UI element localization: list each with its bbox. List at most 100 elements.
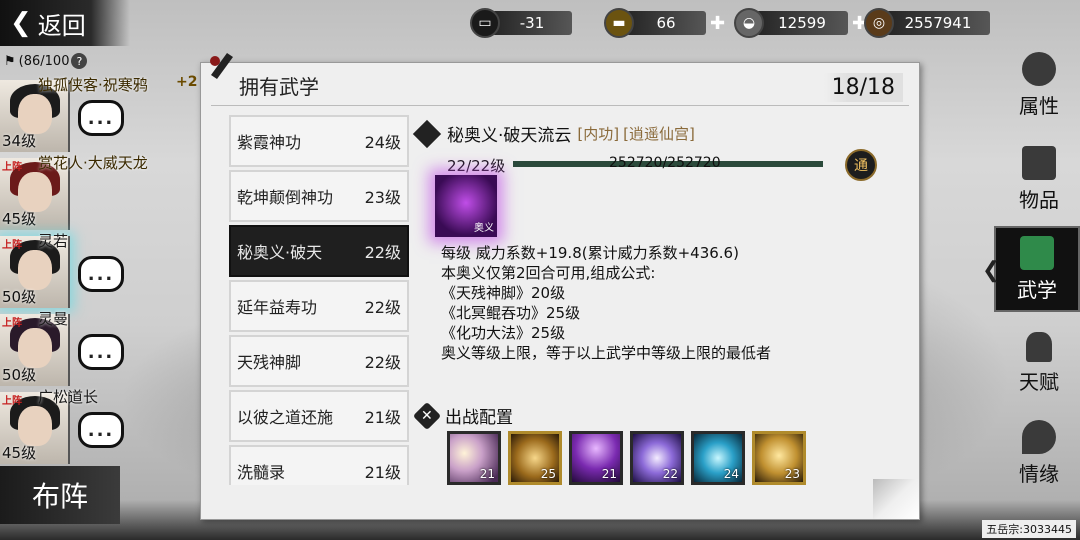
skill-description: 每级 威力系数+19.8(累计威力系数+436.6) 本奥义仅第2回合可用,组成… [441, 243, 771, 363]
resource-coin: ◎ 2557941 [864, 8, 990, 38]
resource-value: 2557941 [886, 11, 990, 35]
deploy-slots: 21 25 21 22 24 23 [447, 431, 806, 485]
resource-value: 66 [626, 11, 706, 35]
chat-bubble-button[interactable]: ... [78, 334, 124, 370]
skill-name: 乾坤颠倒神功 [237, 188, 334, 207]
skill-item[interactable]: 以彼之道还施 21级 [229, 390, 409, 442]
tab-label: 天赋 [1019, 369, 1059, 394]
member-level: 50级 [2, 366, 37, 384]
skill-detail-level: 22/22级 [447, 157, 506, 175]
xp-text: 252720/252720 [609, 155, 721, 171]
skill-icon: 奥义 [435, 175, 497, 237]
deploy-title-text: 出战配置 [445, 408, 513, 428]
skill-level: 22级 [364, 243, 401, 262]
party-icon: ⚑ [4, 53, 16, 69]
chat-bubble-button[interactable]: ... [78, 256, 124, 292]
scroll-book-icon [1020, 235, 1054, 270]
skill-item-selected[interactable]: 秘奥义·破天 22级 [229, 225, 409, 277]
member-level: 45级 [2, 210, 37, 228]
skill-item[interactable]: 延年益寿功 22级 [229, 280, 409, 332]
breakthrough-button[interactable]: 通 [845, 149, 877, 181]
deploy-slot[interactable]: 23 [752, 431, 806, 485]
desc-line: 本奥义仅第2回合可用,组成公式: [441, 264, 656, 282]
member-bonus: +2 [176, 74, 198, 90]
side-tabs: 属性 物品 ❮ 武学 天赋 情缘 [982, 40, 1080, 500]
gold-bar-icon: ▬ [604, 8, 634, 38]
member-name: 灵若 [38, 232, 69, 250]
silver-ingot-icon: ◒ [734, 8, 764, 38]
deployed-tag: 上阵 [2, 162, 22, 173]
skill-level: 22级 [364, 298, 401, 317]
skill-type: [内功] [577, 125, 620, 143]
tab-label: 属性 [1019, 93, 1059, 118]
desc-line: 每级 威力系数+19.8(累计威力系数+436.6) [441, 244, 739, 262]
resource-value: 12599 [756, 11, 848, 35]
deploy-config-title: ✕ 出战配置 [412, 401, 513, 430]
coin-icon: ◎ [864, 8, 894, 38]
skill-level: 23级 [364, 188, 401, 207]
deploy-slot[interactable]: 24 [691, 431, 745, 485]
resource-gold: ▬ 66 ✚ [604, 8, 725, 38]
slot-level: 25 [540, 467, 556, 481]
tab-attributes[interactable]: 属性 [1004, 42, 1074, 128]
back-label: 返回 [37, 11, 86, 40]
skill-item[interactable]: 洗髓录 21级 [229, 445, 409, 485]
skill-level: 22级 [364, 353, 401, 372]
chat-bubble-button[interactable]: ... [78, 412, 124, 448]
tab-relations[interactable]: 情缘 [1004, 410, 1074, 496]
tab-label: 武学 [1017, 277, 1057, 302]
cross-icon: ✕ [412, 401, 442, 430]
member-name: 广松道长 [38, 388, 99, 406]
party-member[interactable]: 独孤侠客·祝寒鸦 +2 34级 ... [0, 74, 200, 152]
skill-list[interactable]: 紫霞神功 24级 乾坤颠倒神功 23级 秘奥义·破天 22级 延年益寿功 22级… [229, 115, 409, 485]
gourd-icon [1026, 331, 1052, 362]
party-member[interactable]: 上阵 广松道长 45级 ... [0, 386, 200, 464]
skill-level: 21级 [364, 408, 401, 427]
martial-arts-panel: 拥有武学 18/18 紫霞神功 24级 乾坤颠倒神功 23级 秘奥义·破天 22… [200, 53, 920, 520]
desc-line: 《化功大法》25级 [441, 324, 566, 342]
party-capacity: ⚑ (86/100 ? [0, 50, 110, 72]
member-name: 赏花人·大威天龙 [38, 154, 148, 172]
add-gold-button[interactable]: ✚ [710, 13, 725, 34]
deploy-slot[interactable]: 25 [508, 431, 562, 485]
slot-level: 21 [479, 467, 495, 481]
slot-level: 22 [662, 467, 678, 481]
sect-id: 五岳宗:3033445 [982, 520, 1076, 538]
tab-label: 情缘 [1019, 461, 1059, 486]
help-icon[interactable]: ? [71, 53, 88, 69]
deploy-slot[interactable]: 21 [447, 431, 501, 485]
skill-level: 21级 [364, 463, 401, 482]
brush-icon [210, 53, 233, 79]
back-button[interactable]: ❮ 返回 [0, 0, 130, 46]
bed-icon: ▭ [470, 8, 500, 38]
tab-martial-arts[interactable]: ❮ 武学 [982, 226, 1080, 312]
deploy-slot[interactable]: 21 [569, 431, 623, 485]
skill-item[interactable]: 天残神脚 22级 [229, 335, 409, 387]
slot-level: 21 [601, 467, 617, 481]
member-name: 独孤侠客·祝寒鸦 [38, 76, 148, 94]
party-member[interactable]: 上阵 灵若 50级 ... [0, 230, 200, 308]
skill-badge: 奥义 [474, 223, 494, 234]
slot-level: 24 [723, 467, 739, 481]
chat-bubble-button[interactable]: ... [78, 100, 124, 136]
deploy-slot[interactable]: 22 [630, 431, 684, 485]
member-level: 50级 [2, 288, 37, 306]
desc-line: 《北冥鲲吞功》25级 [441, 304, 581, 322]
skill-item[interactable]: 紫霞神功 24级 [229, 115, 409, 167]
skill-name: 以彼之道还施 [237, 408, 334, 427]
deployed-tag: 上阵 [2, 318, 22, 329]
formation-button[interactable]: 布阵 [0, 466, 120, 524]
tab-items[interactable]: 物品 [1004, 136, 1074, 222]
deployed-tag: 上阵 [2, 240, 22, 251]
tab-label: 物品 [1019, 187, 1059, 212]
divider [211, 105, 909, 106]
desc-line: 奥义等级上限，等于以上武学中等级上限的最低者 [441, 344, 772, 362]
party-member[interactable]: 上阵 灵曼 50级 ... [0, 308, 200, 386]
skill-item[interactable]: 乾坤颠倒神功 23级 [229, 170, 409, 222]
tab-talents[interactable]: 天赋 [1004, 320, 1074, 406]
skill-count: 18/18 [823, 73, 903, 102]
member-name: 灵曼 [38, 310, 69, 328]
party-member[interactable]: 上阵 赏花人·大威天龙 45级 [0, 152, 200, 230]
skill-detail-name: 秘奥义·破天流云 [447, 126, 572, 146]
party-capacity-text: (86/100 [18, 53, 70, 69]
